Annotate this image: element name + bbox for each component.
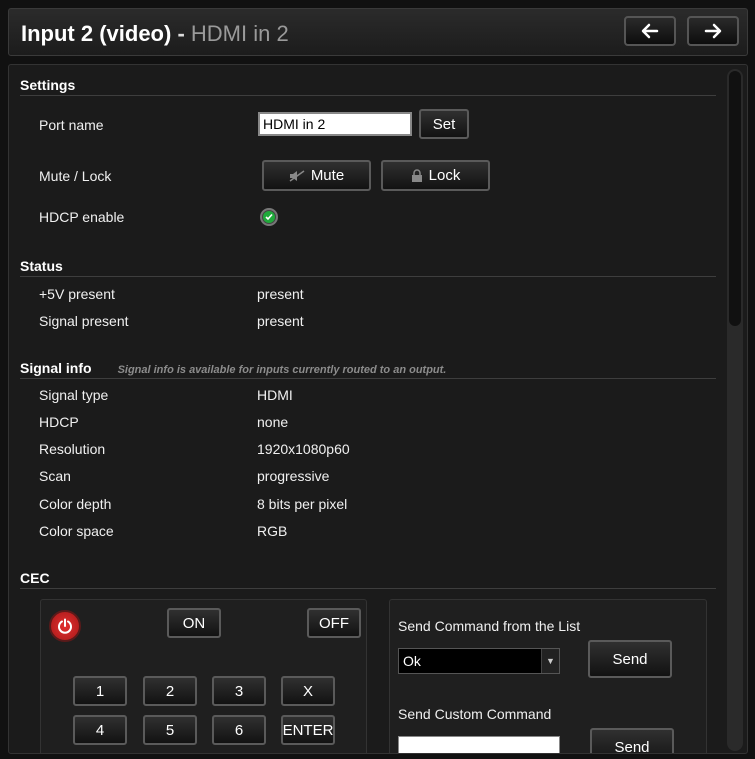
hdcp-enable-label: HDCP enable xyxy=(39,209,125,225)
send-command-button[interactable]: Send xyxy=(588,640,672,678)
cec-command-panel: Send Command from the List Ok ▼ Send Sen… xyxy=(389,599,707,754)
signal-info-title: Signal info xyxy=(20,360,92,376)
key-label: 1 xyxy=(95,682,105,700)
key-label: 4 xyxy=(95,721,105,739)
next-port-button[interactable] xyxy=(687,16,739,46)
key-label: ENTER xyxy=(282,721,334,739)
cec-power-button[interactable] xyxy=(49,610,81,642)
divider xyxy=(20,95,716,96)
status-value: present xyxy=(257,313,304,329)
hdcp-enable-checkbox[interactable] xyxy=(260,208,278,226)
signal-info-value: none xyxy=(257,414,289,430)
cec-key-4-button[interactable]: 4 xyxy=(73,715,127,745)
off-label: OFF xyxy=(319,614,349,632)
cec-key-5-button[interactable]: 5 xyxy=(143,715,197,745)
port-subtitle: HDMI in 2 xyxy=(190,21,289,46)
mute-icon xyxy=(289,169,305,182)
on-label: ON xyxy=(182,614,206,632)
selected-command: Ok xyxy=(403,653,421,669)
mute-lock-label: Mute / Lock xyxy=(39,168,112,184)
signal-info-label: Color space xyxy=(39,523,114,539)
signal-info-heading: Signal info Signal info is available for … xyxy=(20,360,446,376)
lock-button-label: Lock xyxy=(428,167,461,184)
page-header: Input 2 (video) - HDMI in 2 xyxy=(8,8,748,56)
key-label: 6 xyxy=(234,721,244,739)
signal-info-note: Signal info is available for inputs curr… xyxy=(117,364,447,376)
signal-info-value: HDMI xyxy=(257,387,293,403)
chevron-down-icon: ▼ xyxy=(541,649,559,673)
port-details-panel: Settings Port name Set Mute / Lock Mute … xyxy=(8,64,748,754)
cec-key-1-button[interactable]: 1 xyxy=(73,676,127,706)
signal-info-label: Signal type xyxy=(39,387,109,403)
cec-key-2-button[interactable]: 2 xyxy=(143,676,197,706)
arrow-left-icon xyxy=(641,23,659,39)
divider xyxy=(20,378,716,379)
send-custom-command-button[interactable]: Send xyxy=(590,728,674,754)
signal-info-value: RGB xyxy=(257,523,288,539)
mute-button[interactable]: Mute xyxy=(262,160,371,191)
cec-off-button[interactable]: OFF xyxy=(307,608,361,638)
page-title: Input 2 (video) - HDMI in 2 xyxy=(21,21,289,47)
set-button-label: Set xyxy=(432,115,456,133)
send-custom-label: Send Custom Command xyxy=(398,706,552,722)
signal-info-label: Resolution xyxy=(39,441,106,457)
status-label: Signal present xyxy=(39,313,129,329)
cec-key-3-button[interactable]: 3 xyxy=(212,676,266,706)
send-custom-label-text: Send xyxy=(614,738,650,754)
status-heading: Status xyxy=(20,258,63,274)
port-name-label: Port name xyxy=(39,117,104,133)
divider xyxy=(20,588,716,589)
send-label: Send xyxy=(612,650,648,668)
set-port-name-button[interactable]: Set xyxy=(419,109,469,139)
check-icon xyxy=(263,211,275,223)
key-label: 3 xyxy=(234,682,244,700)
status-label: +5V present xyxy=(39,286,115,302)
scrollbar-thumb[interactable] xyxy=(729,71,741,326)
cec-heading: CEC xyxy=(20,570,50,586)
signal-info-label: HDCP xyxy=(39,414,79,430)
send-from-list-label: Send Command from the List xyxy=(398,618,581,634)
previous-port-button[interactable] xyxy=(624,16,676,46)
title-separator: - xyxy=(171,21,191,46)
cec-command-select[interactable]: Ok ▼ xyxy=(398,648,560,674)
key-label: X xyxy=(302,682,313,700)
cec-on-button[interactable]: ON xyxy=(167,608,221,638)
cec-key-6-button[interactable]: 6 xyxy=(212,715,266,745)
lock-icon xyxy=(411,169,422,182)
port-title: Input 2 (video) xyxy=(21,21,172,46)
scrollbar[interactable] xyxy=(727,69,743,751)
custom-command-input[interactable] xyxy=(398,736,560,753)
power-icon xyxy=(58,618,72,634)
signal-info-label: Scan xyxy=(39,468,71,484)
port-name-input[interactable] xyxy=(258,112,412,136)
status-value: present xyxy=(257,286,304,302)
cec-key-x-button[interactable]: X xyxy=(281,676,335,706)
cec-key-enter-button[interactable]: ENTER xyxy=(281,715,335,745)
settings-heading: Settings xyxy=(20,77,76,93)
key-label: 2 xyxy=(165,682,175,700)
signal-info-label: Color depth xyxy=(39,496,112,512)
signal-info-value: 8 bits per pixel xyxy=(257,496,348,512)
signal-info-value: 1920x1080p60 xyxy=(257,441,350,457)
arrow-right-icon xyxy=(704,23,722,39)
divider xyxy=(20,276,716,277)
cec-remote-panel: ON OFF 1 2 3 X 4 5 6 ENTER xyxy=(40,599,367,753)
lock-button[interactable]: Lock xyxy=(381,160,490,191)
key-label: 5 xyxy=(165,721,175,739)
mute-button-label: Mute xyxy=(310,167,345,184)
signal-info-value: progressive xyxy=(257,468,330,484)
